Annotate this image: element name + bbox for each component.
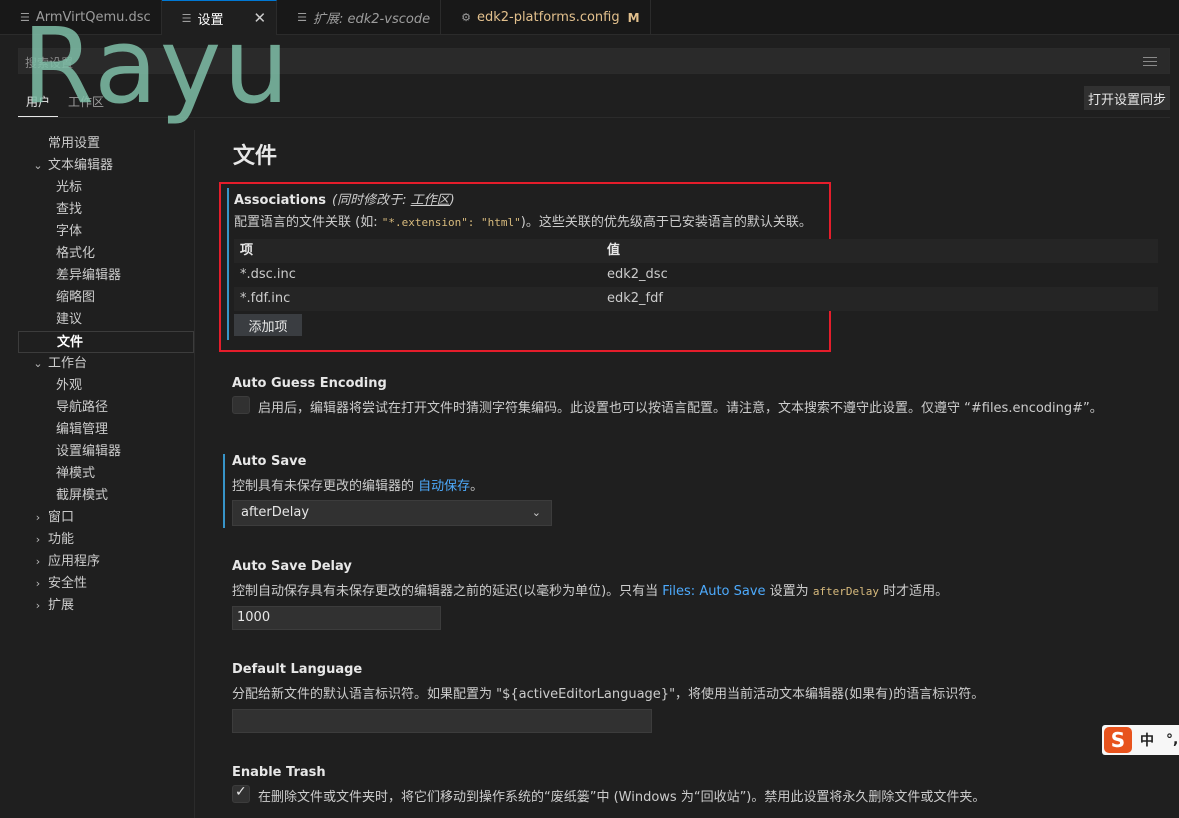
ime-punctuation-indicator[interactable]: °, bbox=[1166, 732, 1178, 748]
toc-item-application[interactable]: › 应用程序 bbox=[18, 551, 194, 573]
chevron-right-icon: › bbox=[35, 577, 41, 590]
add-item-button[interactable]: 添加项 bbox=[234, 314, 302, 336]
auto-save-select[interactable]: afterDelay ⌄ bbox=[232, 500, 552, 526]
ime-toolbar[interactable]: S 中 °, bbox=[1102, 725, 1179, 755]
setting-description: 配置语言的文件关联 (如: "*.extension": "html")。这些关… bbox=[234, 215, 812, 230]
toc-item-zen-mode[interactable]: 禅模式 bbox=[18, 463, 194, 485]
setting-title: Associations (同时修改于: 工作区) bbox=[234, 193, 455, 208]
toc-item-cursor[interactable]: 光标 bbox=[18, 177, 194, 199]
filter-icon[interactable] bbox=[1143, 57, 1157, 66]
search-placeholder: 搜索设置 bbox=[25, 56, 74, 70]
chevron-right-icon: › bbox=[35, 511, 41, 524]
open-settings-sync-button[interactable]: 打开设置同步 bbox=[1084, 86, 1170, 110]
toc-item-font[interactable]: 字体 bbox=[18, 221, 194, 243]
auto-guess-encoding-checkbox[interactable] bbox=[232, 396, 250, 414]
setting-title: Auto Guess Encoding bbox=[232, 376, 387, 391]
toc-item-breadcrumbs[interactable]: 导航路径 bbox=[18, 397, 194, 419]
associations-setting: Associations (同时修改于: 工作区) 配置语言的文件关联 (如: "… bbox=[219, 182, 1158, 352]
toc-item-workbench[interactable]: ⌄ 工作台 bbox=[18, 353, 194, 375]
editor-tab-bar: ☰ ArmVirtQemu.dsc ☰ 设置 ✕ ☰ 扩展: edk2-vsco… bbox=[0, 0, 1179, 35]
auto-save-delay-input[interactable]: 1000 bbox=[232, 606, 441, 630]
chevron-down-icon: ⌄ bbox=[33, 357, 43, 370]
toc-item-settings-editor[interactable]: 设置编辑器 bbox=[18, 441, 194, 463]
ime-mode-indicator[interactable]: 中 bbox=[1140, 730, 1154, 750]
scope-tab-workspace[interactable]: 工作区 bbox=[68, 93, 104, 110]
toc-item-extensions[interactable]: › 扩展 bbox=[18, 595, 194, 617]
scope-tab-user[interactable]: 用户 bbox=[26, 93, 50, 110]
setting-description: 启用后，编辑器将尝试在打开文件时猜测字符集编码。此设置也可以按语言配置。请注意，… bbox=[258, 401, 1103, 416]
setting-title: Auto Save Delay bbox=[232, 559, 352, 574]
section-title: 文件 bbox=[233, 144, 278, 169]
auto-save-link[interactable]: 自动保存 bbox=[418, 479, 470, 494]
lines-icon: ☰ bbox=[181, 11, 192, 25]
focus-indicator bbox=[227, 188, 229, 340]
focus-indicator bbox=[223, 454, 225, 528]
setting-description: 分配给新文件的默认语言标识符。如果配置为 "${activeEditorLang… bbox=[232, 687, 985, 702]
lines-icon: ☰ bbox=[297, 11, 307, 24]
setting-description: 控制具有未保存更改的编辑器的 自动保存。 bbox=[232, 479, 484, 494]
search-settings-input[interactable]: 搜索设置 bbox=[18, 48, 1170, 74]
toc-item-screencast-mode[interactable]: 截屏模式 bbox=[18, 485, 194, 507]
lines-icon: ☰ bbox=[20, 11, 30, 24]
chevron-right-icon: › bbox=[35, 555, 41, 568]
table-row[interactable]: *.fdf.inc edk2_fdf bbox=[234, 287, 1158, 311]
modified-in-indicator: (同时修改于: 工作区) bbox=[332, 193, 455, 208]
toc-item-find[interactable]: 查找 bbox=[18, 199, 194, 221]
tab-armvirtqemu[interactable]: ☰ ArmVirtQemu.dsc bbox=[0, 0, 162, 35]
toc-item-appearance[interactable]: 外观 bbox=[18, 375, 194, 397]
toc-item-features[interactable]: › 功能 bbox=[18, 529, 194, 551]
tab-settings[interactable]: ☰ 设置 ✕ bbox=[161, 0, 278, 35]
files-auto-save-link[interactable]: Files: Auto Save bbox=[662, 584, 765, 599]
tab-extension-edk2-vscode[interactable]: ☰ 扩展: edk2-vscode bbox=[277, 0, 442, 35]
toc-item-editor-management[interactable]: 编辑管理 bbox=[18, 419, 194, 441]
setting-title: Enable Trash bbox=[232, 765, 326, 780]
workspace-link[interactable]: 工作区 bbox=[411, 193, 450, 208]
settings-list: 文件 Associations (同时修改于: 工作区) 配置语言的文件关联 (如… bbox=[195, 118, 1179, 818]
associations-table: 项 值 *.dsc.inc edk2_dsc *.fdf.inc edk2_fd… bbox=[234, 239, 1158, 311]
toc-item-suggestions[interactable]: 建议 bbox=[18, 309, 194, 331]
setting-title: Default Language bbox=[232, 662, 363, 677]
toc-item-minimap[interactable]: 缩略图 bbox=[18, 287, 194, 309]
toc-item-formatting[interactable]: 格式化 bbox=[18, 243, 194, 265]
toc-item-security[interactable]: › 安全性 bbox=[18, 573, 194, 595]
chevron-right-icon: › bbox=[35, 599, 41, 612]
toc-item-common[interactable]: 常用设置 bbox=[18, 133, 194, 155]
settings-toc: 常用设置 ⌄ 文本编辑器 光标 查找 字体 格式化 差异编辑器 缩略图 建议 文件… bbox=[18, 133, 194, 617]
gear-icon: ⚙ bbox=[461, 11, 471, 24]
table-header: 项 值 bbox=[234, 239, 1158, 263]
sogou-logo-icon: S bbox=[1104, 727, 1132, 753]
toc-item-diff-editor[interactable]: 差异编辑器 bbox=[18, 265, 194, 287]
setting-title: Auto Save bbox=[232, 454, 307, 469]
default-language-input[interactable] bbox=[232, 709, 652, 733]
setting-description: 控制自动保存具有未保存更改的编辑器之前的延迟(以毫秒为单位)。只有当 Files… bbox=[232, 584, 949, 599]
close-icon[interactable]: ✕ bbox=[254, 9, 267, 27]
modified-badge: M bbox=[627, 10, 640, 25]
chevron-down-icon: ⌄ bbox=[33, 159, 43, 172]
enable-trash-checkbox[interactable] bbox=[232, 784, 250, 803]
chevron-right-icon: › bbox=[35, 533, 41, 546]
toc-item-text-editor[interactable]: ⌄ 文本编辑器 bbox=[18, 155, 194, 177]
chevron-down-icon: ⌄ bbox=[531, 506, 541, 519]
setting-description: 在删除文件或文件夹时，将它们移动到操作系统的“废纸篓”中 (Windows 为“… bbox=[258, 790, 986, 805]
toc-item-files[interactable]: 文件 bbox=[18, 331, 194, 353]
table-row[interactable]: *.dsc.inc edk2_dsc bbox=[234, 263, 1158, 287]
tab-edk2-platforms-config[interactable]: ⚙ edk2-platforms.config M bbox=[441, 0, 651, 35]
toc-item-window[interactable]: › 窗口 bbox=[18, 507, 194, 529]
